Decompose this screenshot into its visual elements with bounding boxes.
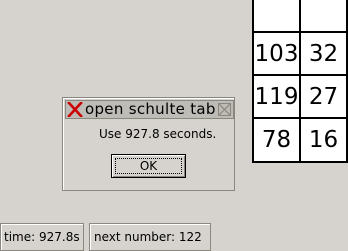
focus-ring [115, 158, 182, 174]
next-number-label: next number: 122 [94, 230, 202, 244]
message-dialog: open schulte table Use 927.8 seconds. OK [62, 97, 235, 191]
ok-button[interactable]: OK [111, 154, 186, 178]
grid-cell[interactable]: 27 [301, 76, 348, 119]
dialog-message: Use 927.8 seconds. [99, 127, 217, 141]
dialog-titlebar[interactable]: open schulte table [65, 100, 234, 119]
time-status-label: time: 927.8s [4, 230, 80, 244]
grid-cell[interactable] [254, 0, 301, 33]
grid-cell[interactable]: 16 [301, 119, 348, 163]
grid-cell[interactable]: 32 [301, 33, 348, 76]
grid-cell[interactable]: 78 [254, 119, 301, 163]
grid-cell[interactable]: 119 [254, 76, 301, 119]
close-x-icon[interactable] [67, 101, 83, 118]
dialog-title: open schulte table [85, 100, 230, 118]
grid-cell[interactable] [301, 0, 348, 33]
next-number-status: next number: 122 [89, 223, 211, 251]
time-status: time: 927.8s [0, 223, 84, 251]
schulte-grid: 103 32 119 27 78 16 [252, 0, 348, 163]
maximize-icon[interactable] [217, 102, 232, 117]
grid-cell[interactable]: 103 [254, 33, 301, 76]
